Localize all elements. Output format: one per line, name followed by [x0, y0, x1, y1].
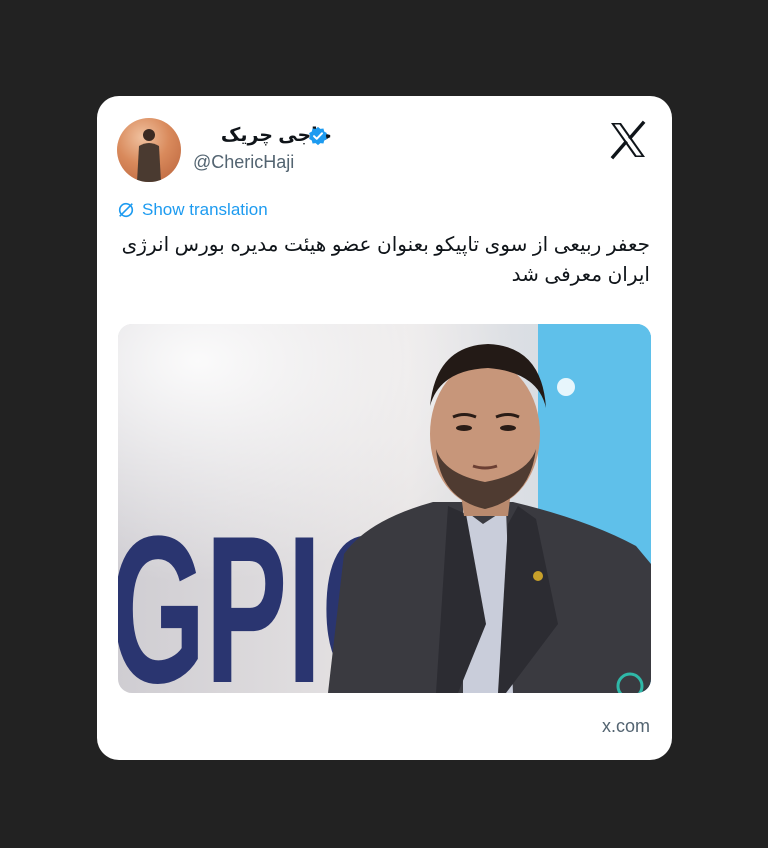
- show-translation-label: Show translation: [142, 200, 268, 219]
- x-logo-icon[interactable]: [608, 120, 648, 160]
- translate-globe-icon: [118, 202, 134, 218]
- source-domain[interactable]: x.com: [602, 716, 650, 737]
- photo-image: GPIC: [118, 324, 651, 693]
- avatar[interactable]: [117, 118, 181, 182]
- tweet-photo[interactable]: GPIC: [118, 324, 651, 693]
- avatar-figure: [137, 129, 161, 182]
- verified-badge-icon: [309, 126, 327, 146]
- tweet-text: جعفر ربیعی از سوی تاپیکو بعنوان عضو هیئت…: [121, 234, 650, 286]
- tweet-card[interactable]: حاجی چریک @ChericHaji Show translation ج…: [97, 96, 672, 760]
- user-handle[interactable]: @ChericHaji: [193, 152, 294, 173]
- show-translation-button[interactable]: Show translation: [117, 200, 268, 220]
